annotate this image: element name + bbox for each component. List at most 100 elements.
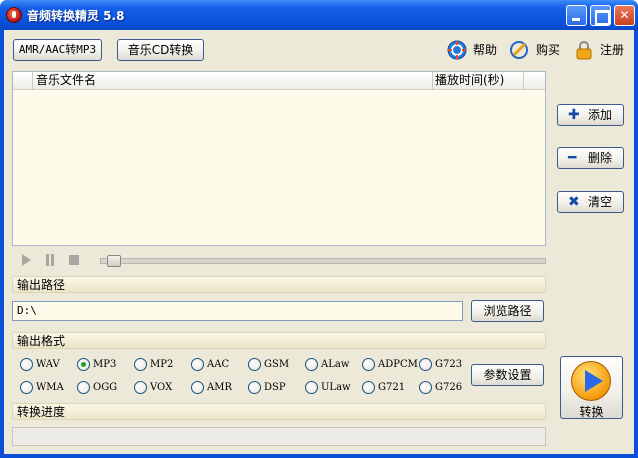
format-radio-ogg[interactable]: OGG xyxy=(77,380,129,396)
convert-play-icon xyxy=(571,361,611,401)
radio-dot xyxy=(20,381,33,394)
seek-track[interactable] xyxy=(100,258,546,264)
radio-dot xyxy=(305,381,318,394)
stop-icon[interactable] xyxy=(69,255,79,265)
help-label: 帮助 xyxy=(473,43,498,57)
column-header-duration[interactable]: 播放时间(秒) xyxy=(433,72,545,90)
radio-dot xyxy=(134,358,147,371)
buy-link[interactable]: 购买 xyxy=(510,40,564,60)
x-icon: ✖ xyxy=(568,194,580,210)
radio-dot xyxy=(191,358,204,371)
client-area: AMR/AAC转MP3 音乐CD转换 帮助 购买 注册 音乐文件名 播放时间(秒… xyxy=(4,30,634,454)
output-path-section: 输出路径 xyxy=(12,276,546,293)
format-radio-ulaw[interactable]: ULaw xyxy=(305,380,357,396)
conversion-progress-bar xyxy=(12,427,546,446)
format-radio-aac[interactable]: AAC xyxy=(191,357,243,373)
format-radio-g726[interactable]: G726 xyxy=(419,380,471,396)
app-icon xyxy=(6,7,22,23)
clear-label: 清空 xyxy=(588,195,613,209)
output-format-label: 输出格式 xyxy=(17,334,66,348)
radio-dot xyxy=(362,358,375,371)
file-list[interactable]: 音乐文件名 播放时间(秒) xyxy=(12,71,546,246)
play-icon[interactable] xyxy=(22,254,31,266)
help-icon xyxy=(447,40,467,60)
radio-label: VOX xyxy=(150,382,173,393)
radio-dot xyxy=(77,381,90,394)
format-radio-gsm[interactable]: GSM xyxy=(248,357,300,373)
close-button[interactable]: ✕ xyxy=(614,5,635,26)
format-radio-vox[interactable]: VOX xyxy=(134,380,186,396)
format-radio-wav[interactable]: WAV xyxy=(20,357,72,373)
add-label: 添加 xyxy=(588,108,613,122)
conversion-progress-label: 转换进度 xyxy=(17,405,66,419)
buy-label: 购买 xyxy=(536,43,561,57)
radio-label: MP2 xyxy=(150,359,174,370)
format-radio-g723[interactable]: G723 xyxy=(419,357,471,373)
format-radio-g721[interactable]: G721 xyxy=(362,380,414,396)
maximize-button[interactable] xyxy=(590,5,611,26)
output-format-section: 输出格式 xyxy=(12,332,546,349)
convert-button[interactable]: 转换 xyxy=(560,356,623,419)
radio-dot xyxy=(419,358,432,371)
plus-icon: ✚ xyxy=(568,107,580,123)
header-divider xyxy=(523,72,524,90)
convert-label: 转换 xyxy=(579,405,604,419)
register-link[interactable]: 注册 xyxy=(574,40,628,60)
amr-aac-to-mp3-button[interactable]: AMR/AAC转MP3 xyxy=(13,39,102,61)
format-radio-alaw[interactable]: ALaw xyxy=(305,357,357,373)
radio-label: G721 xyxy=(378,382,406,393)
radio-label: GSM xyxy=(264,359,290,370)
radio-label: AAC xyxy=(207,359,230,370)
lock-icon xyxy=(576,41,592,60)
column-header-filename[interactable]: 音乐文件名 xyxy=(33,72,433,90)
parameter-settings-button[interactable]: 参数设置 xyxy=(471,364,544,386)
radio-label: G726 xyxy=(435,382,463,393)
radio-dot xyxy=(305,358,318,371)
title-bar[interactable]: 音频转换精灵 5.8 ✕ xyxy=(0,0,638,30)
browse-path-button[interactable]: 浏览路径 xyxy=(471,300,544,322)
audio-cd-convert-button[interactable]: 音乐CD转换 xyxy=(117,39,204,61)
radio-dot xyxy=(362,381,375,394)
minus-icon: ━ xyxy=(568,150,577,166)
format-radio-mp2[interactable]: MP2 xyxy=(134,357,186,373)
output-path-label: 输出路径 xyxy=(17,278,66,292)
radio-label: DSP xyxy=(264,382,286,393)
radio-dot xyxy=(20,358,33,371)
format-radio-adpcm[interactable]: ADPCM xyxy=(362,357,418,373)
format-radio-dsp[interactable]: DSP xyxy=(248,380,300,396)
app-window: 音频转换精灵 5.8 ✕ AMR/AAC转MP3 音乐CD转换 帮助 购买 注册… xyxy=(0,0,638,458)
radio-dot xyxy=(248,358,261,371)
player-controls xyxy=(12,249,546,271)
clear-button[interactable]: ✖ 清空 xyxy=(557,191,624,213)
conversion-progress-section: 转换进度 xyxy=(12,403,546,420)
radio-label: ULaw xyxy=(321,382,351,393)
seek-thumb[interactable] xyxy=(107,255,121,267)
delete-button[interactable]: ━ 删除 xyxy=(557,147,624,169)
buy-icon xyxy=(510,41,528,59)
radio-label: MP3 xyxy=(93,359,117,370)
radio-label: ALaw xyxy=(321,359,350,370)
list-header-spacer xyxy=(13,72,33,90)
format-radio-wma[interactable]: WMA xyxy=(20,380,72,396)
window-title: 音频转换精灵 5.8 xyxy=(27,9,125,23)
add-button[interactable]: ✚ 添加 xyxy=(557,104,624,126)
delete-label: 删除 xyxy=(588,151,613,165)
radio-label: WAV xyxy=(36,359,60,370)
radio-label: WMA xyxy=(36,382,64,393)
radio-label: G723 xyxy=(435,359,463,370)
format-radio-amr[interactable]: AMR xyxy=(191,380,243,396)
radio-dot xyxy=(77,358,90,371)
help-link[interactable]: 帮助 xyxy=(447,40,501,60)
file-list-header: 音乐文件名 播放时间(秒) xyxy=(13,72,545,90)
format-radio-mp3[interactable]: MP3 xyxy=(77,357,129,373)
output-path-input[interactable]: D:\ xyxy=(12,301,463,321)
pause-icon[interactable] xyxy=(46,254,54,266)
radio-label: ADPCM xyxy=(378,359,418,370)
minimize-button[interactable] xyxy=(566,5,587,26)
radio-dot xyxy=(419,381,432,394)
radio-dot xyxy=(134,381,147,394)
radio-dot xyxy=(248,381,261,394)
radio-dot xyxy=(191,381,204,394)
register-label: 注册 xyxy=(600,43,625,57)
radio-label: AMR xyxy=(207,382,232,393)
